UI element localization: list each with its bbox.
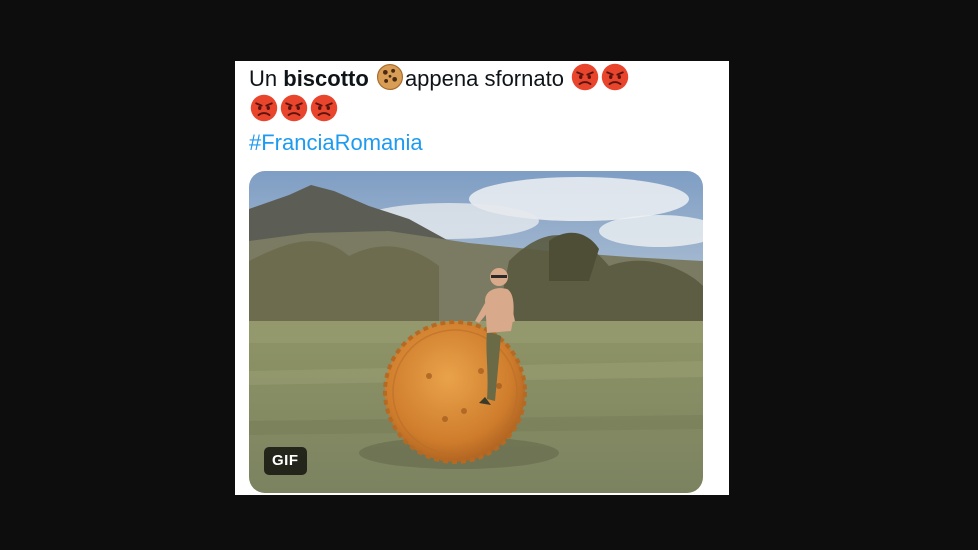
angry-face-icon — [571, 63, 599, 91]
tweet-text-bold: biscotto — [283, 66, 369, 91]
hashtag-link[interactable]: #FranciaRomania — [249, 128, 423, 158]
tweet-text: Un biscotto appena sfornato — [249, 63, 719, 125]
tweet-text-middle: appena sfornato — [404, 66, 564, 91]
tweet-text-start: Un — [249, 66, 284, 91]
angry-face-icon — [250, 94, 278, 122]
screen: Un biscotto appena sfornato #FranciaRoma… — [0, 0, 978, 550]
gif-preview-image — [249, 171, 703, 493]
gif-badge[interactable]: GIF — [264, 447, 307, 475]
gif-media[interactable]: GIF — [249, 171, 703, 493]
angry-face-icon — [280, 94, 308, 122]
tweet-card: Un biscotto appena sfornato #FranciaRoma… — [235, 61, 729, 495]
angry-face-icon — [601, 63, 629, 91]
cookie-icon — [376, 63, 403, 91]
angry-face-icon — [310, 94, 338, 122]
